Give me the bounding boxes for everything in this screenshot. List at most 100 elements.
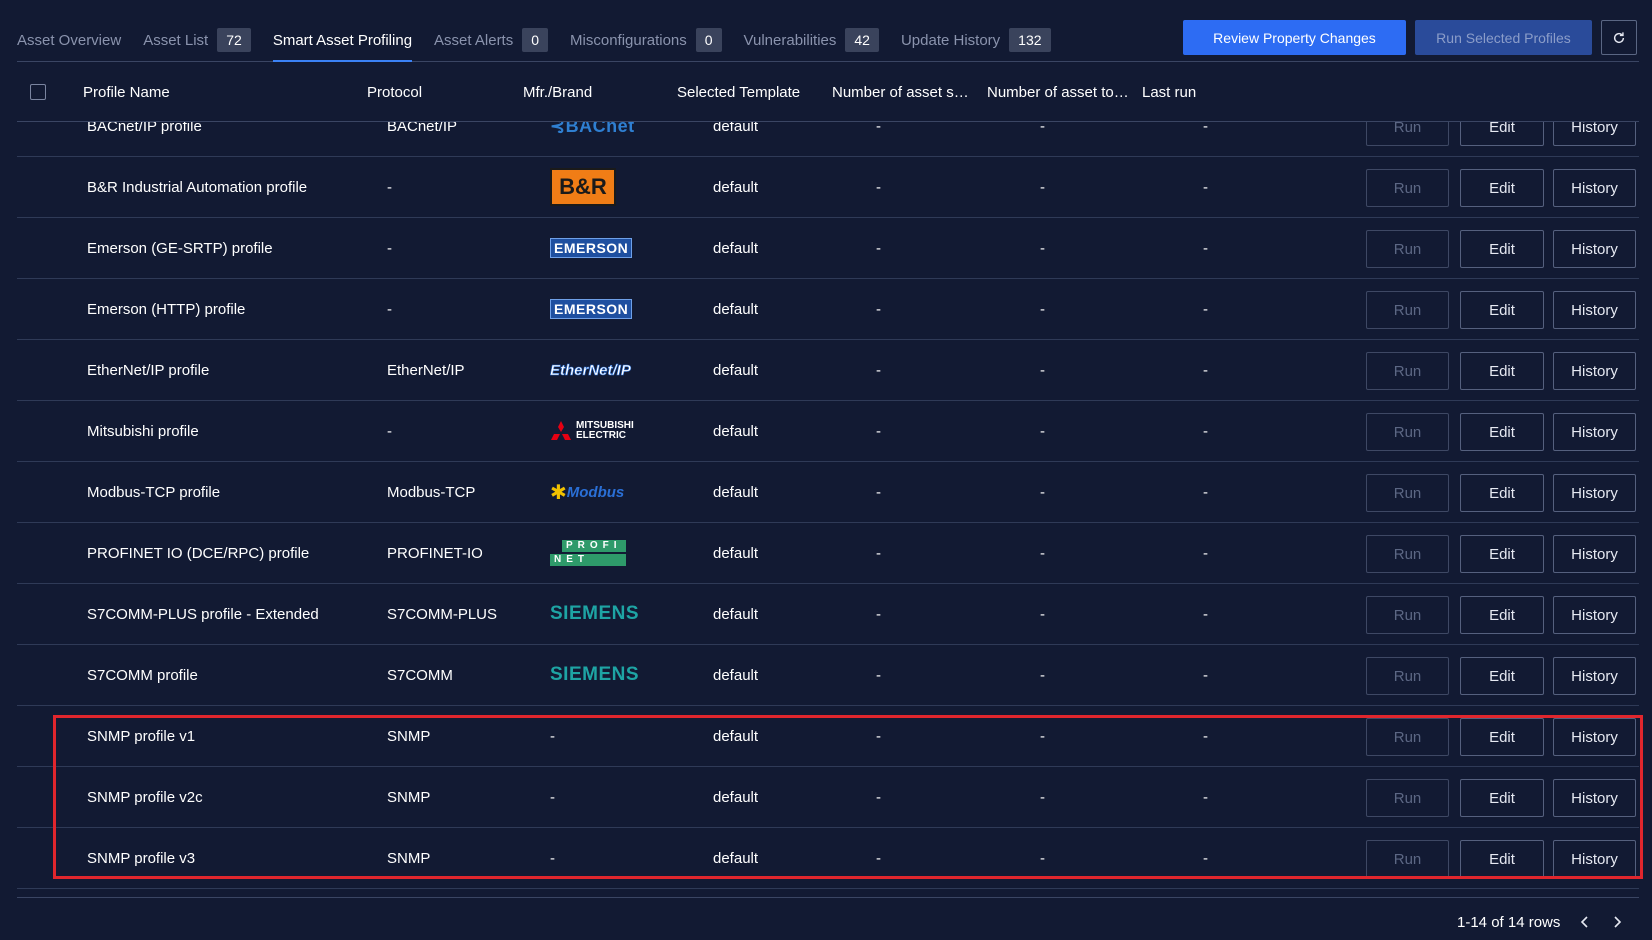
num-supported: -: [876, 300, 881, 318]
table-row[interactable]: B&R Industrial Automation profile - B&R def…: [17, 157, 1639, 218]
num-to-be: -: [1040, 666, 1045, 684]
edit-button[interactable]: Edit: [1460, 657, 1544, 695]
tab-vulnerabilities[interactable]: Vulnerabilities 42: [744, 26, 879, 54]
profile-name: SNMP profile v1: [87, 727, 196, 745]
protocol: -: [387, 178, 392, 196]
edit-button[interactable]: Edit: [1460, 779, 1544, 817]
table-body[interactable]: BACnet/IP profile BACnet/IP ⊰BACnet default…: [17, 122, 1639, 898]
history-button[interactable]: History: [1553, 840, 1636, 878]
tab-asset-overview[interactable]: Asset Overview: [17, 26, 121, 54]
selected-template: default: [713, 178, 759, 196]
brand-cell: -: [550, 788, 555, 806]
num-supported: -: [876, 239, 881, 257]
run-button[interactable]: Run: [1366, 718, 1449, 756]
brand-cell: SIEMENS: [550, 645, 639, 705]
select-all-checkbox[interactable]: [30, 84, 46, 100]
run-button[interactable]: Run: [1366, 291, 1449, 329]
tab-asset-list[interactable]: Asset List 72: [143, 26, 251, 54]
history-button[interactable]: History: [1553, 657, 1636, 695]
col-protocol[interactable]: Protocol: [367, 84, 507, 101]
run-button[interactable]: Run: [1366, 352, 1449, 390]
edit-button[interactable]: Edit: [1460, 535, 1544, 573]
history-button[interactable]: History: [1553, 474, 1636, 512]
col-num-to-be[interactable]: Number of asset to b…: [987, 84, 1132, 101]
table-row[interactable]: SNMP profile v3 SNMP - default - - - Run Edit His…: [17, 828, 1639, 889]
run-button[interactable]: Run: [1366, 596, 1449, 634]
run-button[interactable]: Run: [1366, 169, 1449, 207]
edit-button[interactable]: Edit: [1460, 352, 1544, 390]
last-run: -: [1203, 422, 1208, 440]
history-button[interactable]: History: [1553, 535, 1636, 573]
edit-button[interactable]: Edit: [1460, 169, 1544, 207]
edit-button[interactable]: Edit: [1460, 122, 1544, 146]
review-property-changes-button[interactable]: Review Property Changes: [1183, 20, 1406, 55]
profile-name: EtherNet/IP profile: [87, 361, 210, 379]
col-template[interactable]: Selected Template: [677, 84, 822, 101]
history-button[interactable]: History: [1553, 718, 1636, 756]
table-row[interactable]: Emerson (HTTP) profile - EMERSON default - - -…: [17, 279, 1639, 340]
history-button[interactable]: History: [1553, 169, 1636, 207]
run-button[interactable]: Run: [1366, 413, 1449, 451]
table-row[interactable]: BACnet/IP profile BACnet/IP ⊰BACnet default…: [17, 122, 1639, 157]
selected-template: default: [713, 422, 759, 440]
table-row[interactable]: S7COMM profile S7COMM SIEMENS default - - - Run…: [17, 645, 1639, 706]
brand-cell: SIEMENS: [550, 584, 639, 644]
run-button[interactable]: Run: [1366, 230, 1449, 268]
siemens-logo: SIEMENS: [550, 603, 640, 624]
profile-name: Emerson (GE-SRTP) profile: [87, 239, 273, 257]
table-row[interactable]: Mitsubishi profile - MITSUBISHI ELECTRIC def…: [17, 401, 1639, 462]
edit-button[interactable]: Edit: [1460, 718, 1544, 756]
history-button[interactable]: History: [1553, 413, 1636, 451]
edit-button[interactable]: Edit: [1460, 230, 1544, 268]
history-button[interactable]: History: [1553, 122, 1636, 146]
table-row[interactable]: SNMP profile v1 SNMP - default - - - Run Edit His…: [17, 706, 1639, 767]
history-button[interactable]: History: [1553, 291, 1636, 329]
history-button[interactable]: History: [1553, 779, 1636, 817]
table-row[interactable]: PROFINET IO (DCE/RPC) profile PROFINET-IO…: [17, 523, 1639, 584]
edit-button[interactable]: Edit: [1460, 840, 1544, 878]
table-row[interactable]: Modbus-TCP profile Modbus-TCP ✱ Modbus defau…: [17, 462, 1639, 523]
edit-button[interactable]: Edit: [1460, 474, 1544, 512]
profile-name: PROFINET IO (DCE/RPC) profile: [87, 544, 310, 562]
edit-button[interactable]: Edit: [1460, 413, 1544, 451]
tab-asset-alerts[interactable]: Asset Alerts 0: [434, 26, 549, 54]
last-run: -: [1203, 849, 1208, 867]
col-num-supported[interactable]: Number of asset sup…: [832, 84, 977, 101]
run-selected-profiles-button[interactable]: Run Selected Profiles: [1415, 20, 1592, 55]
num-supported: -: [876, 178, 881, 196]
tab-smart-asset-profiling[interactable]: Smart Asset Profiling: [272, 26, 413, 62]
run-button[interactable]: Run: [1366, 779, 1449, 817]
selected-template: default: [713, 483, 759, 501]
table-row[interactable]: EtherNet/IP profile EtherNet/IP EtherNet/I…: [17, 340, 1639, 401]
run-button[interactable]: Run: [1366, 535, 1449, 573]
last-run: -: [1203, 727, 1208, 745]
history-button[interactable]: History: [1553, 596, 1636, 634]
tab-count-badge: 72: [217, 28, 251, 52]
selected-template: default: [713, 122, 759, 135]
history-button[interactable]: History: [1553, 230, 1636, 268]
col-profile-name[interactable]: Profile Name: [83, 84, 363, 101]
run-button[interactable]: Run: [1366, 840, 1449, 878]
tab-label: Asset List: [143, 31, 209, 49]
table-row[interactable]: S7COMM-PLUS profile - Extended S7COMM-PLU…: [17, 584, 1639, 645]
brand-cell: -: [550, 727, 555, 745]
protocol: SNMP: [387, 788, 431, 806]
run-button[interactable]: Run: [1366, 657, 1449, 695]
tab-misconfigurations[interactable]: Misconfigurations 0: [570, 26, 722, 54]
history-button[interactable]: History: [1553, 352, 1636, 390]
edit-button[interactable]: Edit: [1460, 291, 1544, 329]
last-run: -: [1203, 666, 1208, 684]
tab-label: Smart Asset Profiling: [272, 31, 413, 49]
table-row[interactable]: SNMP profile v2c SNMP - default - - - Run Edit Hi…: [17, 767, 1639, 828]
run-button[interactable]: Run: [1366, 474, 1449, 512]
col-last-run[interactable]: Last run: [1142, 84, 1282, 101]
num-to-be: -: [1040, 178, 1045, 196]
refresh-button[interactable]: [1601, 20, 1637, 55]
tab-update-history[interactable]: Update History 132: [901, 26, 1051, 54]
run-button[interactable]: Run: [1366, 122, 1449, 146]
table-row[interactable]: Emerson (GE-SRTP) profile - EMERSON default…: [17, 218, 1639, 279]
col-brand[interactable]: Mfr./Brand: [523, 84, 663, 101]
edit-button[interactable]: Edit: [1460, 596, 1544, 634]
prev-page-button[interactable]: [1574, 908, 1596, 936]
next-page-button[interactable]: [1606, 908, 1628, 936]
